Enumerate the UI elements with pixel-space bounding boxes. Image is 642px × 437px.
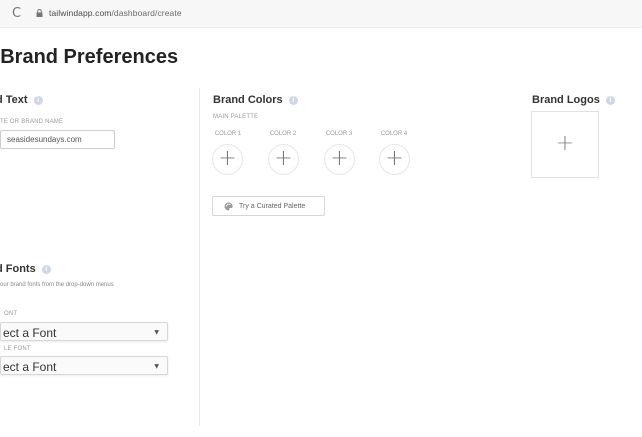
info-icon[interactable]: i — [41, 265, 51, 274]
plus-icon: + — [385, 146, 404, 171]
brand-fonts-heading-label: d Fonts — [0, 263, 36, 275]
brand-logos-heading-label: Brand Logos — [532, 94, 600, 106]
brand-name-input[interactable] — [0, 130, 115, 149]
font2-select-value: ect a Font — [3, 360, 57, 374]
font1-select[interactable]: ect a Font ▼ — [0, 322, 168, 341]
brand-colors-heading: Brand Colors i — [213, 94, 298, 106]
color-3-label: COLOR 3 — [325, 131, 353, 137]
url-path: /dashboard/create — [111, 8, 182, 18]
brand-text-heading-label: d Text — [0, 94, 28, 106]
font1-select-value: ect a Font — [3, 326, 57, 340]
info-icon[interactable]: i — [605, 96, 615, 105]
brand-fonts-helper-text: our brand fonts from the drop-down menus — [0, 282, 114, 288]
plus-icon: + — [555, 131, 575, 156]
font1-label: ONT — [4, 311, 18, 317]
brand-fonts-heading: d Fonts i — [0, 263, 51, 275]
brand-name-label: TE OR BRAND NAME — [0, 119, 64, 125]
info-icon[interactable]: i — [288, 96, 298, 105]
brand-colors-heading-label: Brand Colors — [213, 94, 283, 106]
brand-text-heading: d Text i — [0, 94, 43, 106]
main-palette-label: MAIN PALETTE — [213, 114, 259, 120]
info-icon[interactable]: i — [33, 96, 43, 105]
add-color-2-button[interactable]: + — [268, 144, 299, 175]
plus-icon: + — [330, 146, 349, 171]
url-host: tailwindapp.com — [49, 8, 112, 18]
curated-palette-button-label: Try a Curated Palette — [239, 203, 306, 210]
color-4-label: COLOR 4 — [380, 131, 408, 137]
lock-icon — [36, 9, 43, 17]
add-color-3-button[interactable]: + — [324, 144, 355, 175]
color-2-label: COLOR 2 — [269, 131, 297, 137]
curated-palette-button[interactable]: Try a Curated Palette — [212, 196, 325, 216]
reload-icon[interactable]: C — [12, 6, 21, 21]
add-color-4-button[interactable]: + — [379, 144, 410, 175]
column-divider — [199, 88, 200, 426]
brand-logos-heading: Brand Logos i — [532, 94, 615, 106]
add-logo-button[interactable]: + — [531, 111, 599, 178]
font2-label: LE FONT — [4, 346, 31, 352]
page-title: t Brand Preferences — [0, 46, 179, 68]
caret-down-icon: ▼ — [154, 363, 159, 370]
plus-icon: + — [274, 146, 293, 171]
plus-icon: + — [218, 146, 237, 171]
url-text[interactable]: tailwindapp.com/dashboard/create — [49, 8, 182, 18]
add-color-1-button[interactable]: + — [212, 144, 243, 175]
browser-url-bar[interactable]: C tailwindapp.com/dashboard/create — [0, 0, 642, 28]
font2-select[interactable]: ect a Font ▼ — [0, 356, 168, 375]
palette-icon — [224, 202, 233, 211]
color-1-label: COLOR 1 — [214, 131, 242, 137]
caret-down-icon: ▼ — [154, 329, 159, 336]
